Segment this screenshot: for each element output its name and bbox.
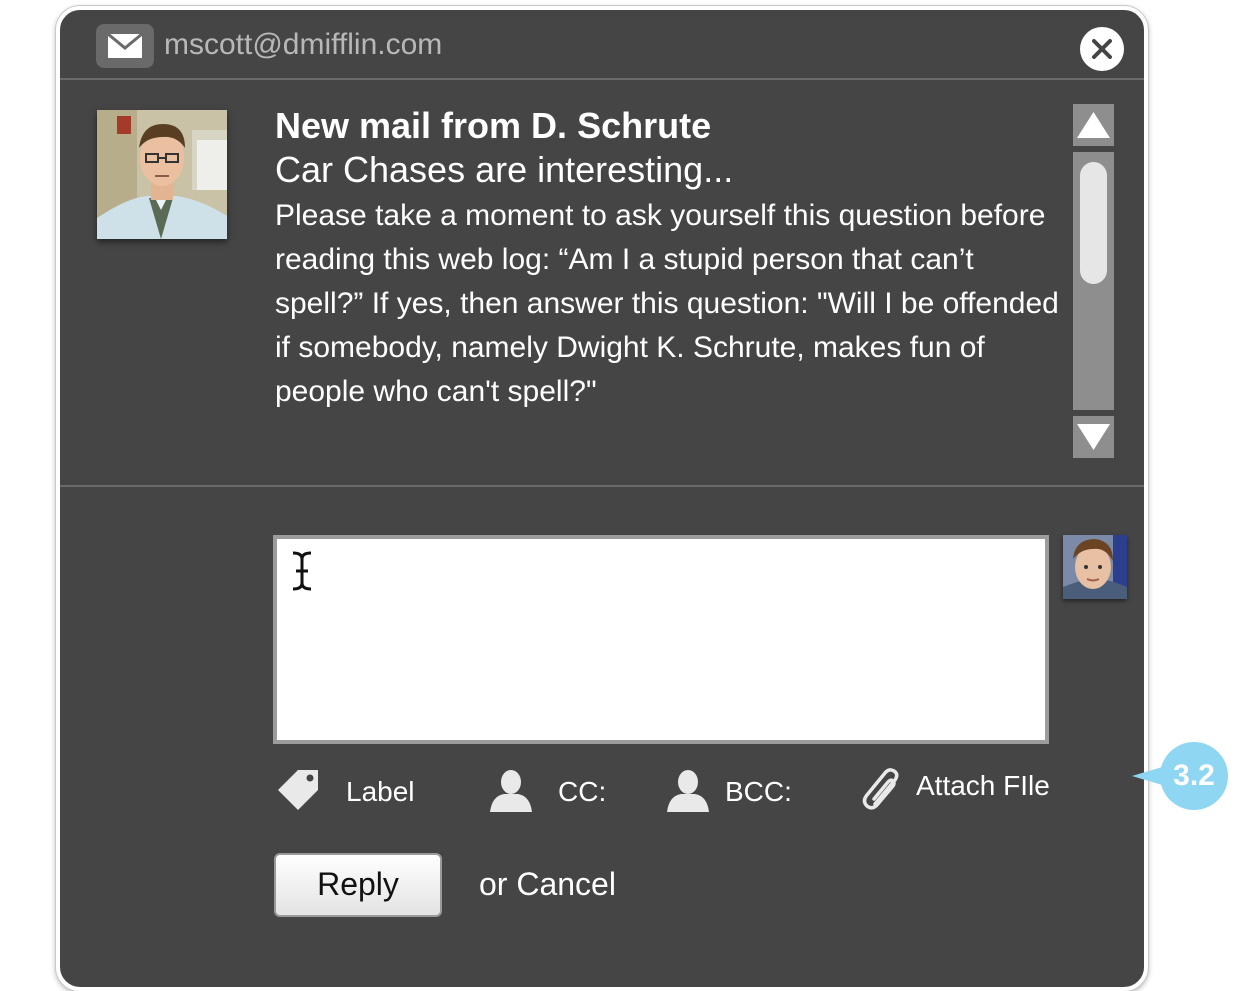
envelope-icon <box>96 24 154 68</box>
my-avatar <box>1063 535 1127 599</box>
bcc-button-text: BCC: <box>725 776 792 807</box>
label-button[interactable]: Label <box>274 768 434 814</box>
compose-divider <box>60 485 1144 487</box>
tag-icon <box>278 770 318 810</box>
cc-button[interactable]: CC: <box>488 768 618 814</box>
text-cursor-icon <box>292 551 312 591</box>
reply-textarea[interactable] <box>273 535 1049 744</box>
attach-file-text: Attach FIle <box>916 770 1050 801</box>
attach-file-button[interactable]: Attach FIle <box>861 768 1061 814</box>
annotation-callout: 3.2 <box>1132 742 1228 810</box>
header-divider <box>60 78 1144 80</box>
cancel-link[interactable]: or Cancel <box>479 866 616 903</box>
person-icon <box>490 770 532 812</box>
cc-button-text: CC: <box>558 776 607 807</box>
message-title: New mail from D. Schrute <box>275 105 712 146</box>
arrow-down-icon <box>1077 424 1110 450</box>
paperclip-icon <box>862 768 899 810</box>
callout-label: 3.2 <box>1160 742 1228 810</box>
message-scrollbar[interactable] <box>1073 104 1114 462</box>
scroll-thumb[interactable] <box>1080 162 1107 284</box>
message-subject: Car Chases are interesting... <box>275 149 734 190</box>
title-bar: mscott@dmifflin.com <box>60 10 1144 80</box>
scroll-down-button[interactable] <box>1073 416 1114 458</box>
arrow-up-icon <box>1077 112 1110 138</box>
reply-button[interactable]: Reply <box>274 853 442 917</box>
mail-notification-window: mscott@dmifflin.com New mail from D. Sch… <box>56 6 1148 991</box>
bcc-button[interactable]: BCC: <box>665 768 805 814</box>
label-button-text: Label <box>346 776 415 807</box>
scroll-track[interactable] <box>1073 152 1114 410</box>
person-icon <box>667 770 709 812</box>
message-body: Please take a moment to ask yourself thi… <box>275 199 1059 408</box>
close-button[interactable] <box>1080 27 1124 71</box>
message-content: New mail from D. Schrute Car Chases are … <box>275 104 1065 414</box>
sender-avatar <box>97 110 227 239</box>
scroll-up-button[interactable] <box>1073 104 1114 146</box>
close-icon <box>1092 39 1112 59</box>
account-email: mscott@dmifflin.com <box>164 28 443 61</box>
